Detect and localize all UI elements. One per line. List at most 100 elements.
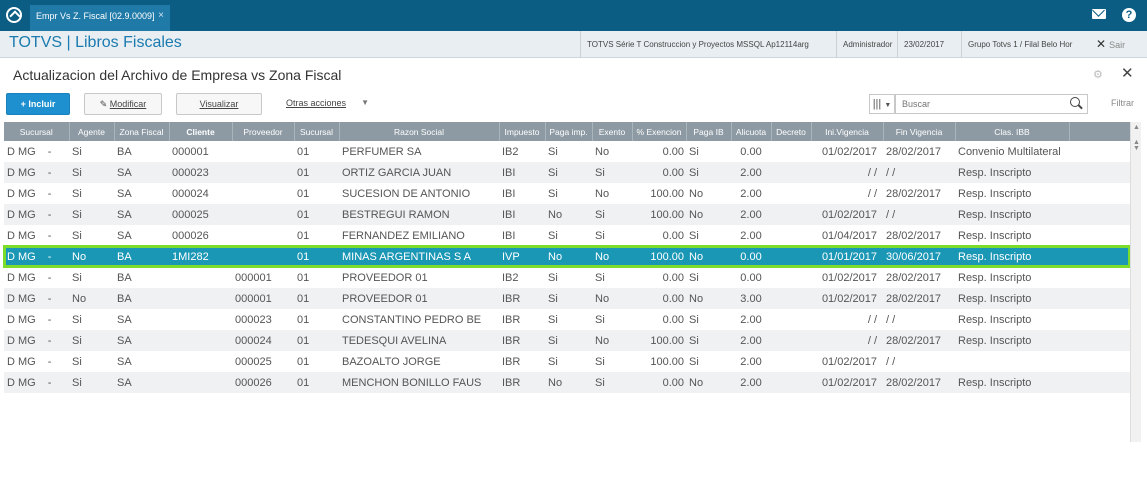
cell-prov: 000024 xyxy=(232,330,294,351)
cell-spacer xyxy=(1069,288,1130,309)
close-icon[interactable]: ✕ xyxy=(1121,64,1134,82)
otras-acciones-button[interactable]: Otras acciones ▼ xyxy=(276,93,372,115)
cell-alic: 2.00 xyxy=(731,162,771,183)
column-header[interactable]: Impuesto xyxy=(499,122,546,141)
cell-suc: D MG - xyxy=(4,267,69,288)
cell-pagaib: Si xyxy=(686,330,731,351)
column-header[interactable]: Razon Social xyxy=(339,122,500,141)
cell-exencion: 100.00 xyxy=(650,187,684,200)
scroll-up-icon[interactable]: ▲ xyxy=(1133,124,1140,131)
column-header[interactable]: Zona Fiscal xyxy=(114,122,170,141)
table-row[interactable]: D MG - Si SA 000024 01 SUCESION DE ANTONIO IBI S… xyxy=(4,183,1130,204)
cell-prov xyxy=(232,141,294,162)
cell-prov: 000001 xyxy=(235,271,272,284)
column-header[interactable]: Ini.Vigencia xyxy=(811,122,884,141)
search-input[interactable] xyxy=(895,94,1088,114)
cell-decreto xyxy=(771,267,811,288)
cell-imp: IBI xyxy=(499,204,545,225)
column-header[interactable]: % Exencion xyxy=(632,122,687,141)
cell-paga: Si xyxy=(545,288,592,309)
cell-cliente: 000023 xyxy=(169,162,232,183)
page-title: Actualizacion del Archivo de Empresa vs … xyxy=(13,67,342,83)
visualizar-button[interactable]: Visualizar xyxy=(176,93,262,115)
modificar-button[interactable]: ✎ Modificar xyxy=(84,93,162,115)
column-header[interactable]: Decreto xyxy=(771,122,812,141)
column-header[interactable]: Clas. IBB xyxy=(955,122,1070,141)
cell-suc2: 01 xyxy=(297,271,310,284)
cell-ini: 01/01/2017 xyxy=(811,246,883,267)
table-row[interactable]: D MG - Si SA 000025 01 BESTREGUI RAMON IBI No Si 1… xyxy=(4,204,1130,225)
column-header[interactable]: Proveedor xyxy=(232,122,295,141)
column-header[interactable]: Sucursal xyxy=(294,122,340,141)
cell-pagaib: No xyxy=(686,288,731,309)
cell-exencion: 0.00 xyxy=(662,229,684,242)
cell-alic: 2.00 xyxy=(731,372,771,393)
cell-imp: IBI xyxy=(499,162,545,183)
cell-cliente xyxy=(169,267,232,288)
cell-cliente xyxy=(169,288,232,309)
table-row[interactable]: D MG - Si SA 000026 01 FERNANDEZ EMILIANO IBI Si… xyxy=(4,225,1130,246)
cell-ini: 01/02/2017 xyxy=(811,204,883,225)
cell-exencion: 0.00 xyxy=(632,372,686,393)
columns-button[interactable]: ||| ▼ xyxy=(869,94,895,114)
cell-spacer xyxy=(1069,162,1130,183)
column-header[interactable]: Fin Vigencia xyxy=(883,122,956,141)
mail-icon[interactable] xyxy=(1092,9,1106,19)
window-tab[interactable]: Empr Vs Z. Fiscal [02.9.0009] × xyxy=(30,5,170,31)
filtrar-link[interactable]: Filtrar xyxy=(1111,98,1134,108)
table-row[interactable]: D MG - No BA 1MI282 01 MINAS ARGENTINAS S A IVP… xyxy=(3,245,1131,268)
cell-sucursal-dash: - xyxy=(47,334,52,347)
column-header[interactable]: Paga imp. xyxy=(545,122,593,141)
cell-suc2: 01 xyxy=(297,187,310,200)
table-row[interactable]: D MG - Si SA 000026 01 MENCHON BONILLO FAUS IBR… xyxy=(4,372,1130,393)
cell-razon: MINAS ARGENTINAS S A xyxy=(339,246,499,267)
table-row[interactable]: D MG - Si SA 000024 01 TEDESQUI AVELINA IBR Si No… xyxy=(4,330,1130,351)
cell-fin: 28/02/2017 xyxy=(883,330,955,351)
company-info[interactable]: Grupo Totvs 1 / Filal Belo Hor xyxy=(961,31,1078,58)
exit-button[interactable]: ✕ Sair xyxy=(1096,31,1125,58)
gear-icon[interactable]: ⚙ xyxy=(1093,68,1103,81)
cell-suc: D MG - xyxy=(4,330,69,351)
visualizar-label: Visualizar xyxy=(199,99,239,109)
cell-paga: Si xyxy=(548,187,558,200)
cell-zona: SA xyxy=(114,330,169,351)
cell-razon: PERFUMER SA xyxy=(342,145,422,158)
cell-agente: Si xyxy=(72,187,82,200)
cell-pagaib: Si xyxy=(689,355,699,368)
cell-clas: Resp. Inscripto xyxy=(958,313,1032,326)
column-header[interactable]: Exento xyxy=(592,122,633,141)
scroll-thumb[interactable]: ▲ ▼ xyxy=(1133,139,1140,160)
vertical-scrollbar[interactable]: ▲ ▲ ▼ xyxy=(1130,122,1141,442)
cell-paga: Si xyxy=(548,271,558,284)
cell-suc: D MG - xyxy=(4,288,69,309)
user-info[interactable]: Administrador xyxy=(836,31,898,58)
incluir-button[interactable]: + Incluir xyxy=(6,93,70,115)
table-row[interactable]: D MG - Si SA 000023 01 CONSTANTINO PEDRO BE IBR… xyxy=(4,309,1130,330)
cell-spacer xyxy=(1069,141,1130,162)
cell-prov xyxy=(232,225,294,246)
table-row[interactable]: D MG - Si BA 000001 01 PROVEEDOR 01 IB2 Si Si 0.00… xyxy=(4,267,1130,288)
table-row[interactable]: D MG - Si BA 000001 01 PERFUMER SA IB2 Si No 0.00 S… xyxy=(4,141,1130,162)
column-header[interactable]: Cliente xyxy=(169,122,233,141)
cell-pagaib: Si xyxy=(689,229,699,242)
column-header[interactable]: Paga IB xyxy=(686,122,732,141)
cell-clas: Resp. Inscripto xyxy=(958,271,1032,284)
table-row[interactable]: D MG - Si SA 000025 01 BAZOALTO JORGE IBR Si Si 10… xyxy=(4,351,1130,372)
cell-suc: D MG - xyxy=(4,183,69,204)
cell-decreto xyxy=(771,330,811,351)
help-icon[interactable]: ? xyxy=(1122,8,1136,22)
cell-prov: 000025 xyxy=(235,355,272,368)
cell-suc2: 01 xyxy=(297,229,310,242)
column-header[interactable]: Alicuota xyxy=(731,122,772,141)
cell-suc: D MG - xyxy=(4,246,69,267)
cell-imp: IBI xyxy=(502,229,516,242)
totvs-logo-icon[interactable] xyxy=(6,7,22,23)
column-header[interactable]: Sucursal xyxy=(4,122,70,141)
table-row[interactable]: D MG - Si SA 000023 01 ORTIZ GARCIA JUAN IBI Si S… xyxy=(4,162,1130,183)
column-header[interactable]: Agente xyxy=(69,122,115,141)
close-tab-icon[interactable]: × xyxy=(158,5,164,27)
search-icon[interactable] xyxy=(1070,97,1080,107)
cell-zona: SA xyxy=(117,229,132,242)
table-row[interactable]: D MG - No BA 000001 01 PROVEEDOR 01 IBR Si No 0.00… xyxy=(4,288,1130,309)
chevron-down-icon: ▼ xyxy=(361,98,369,107)
